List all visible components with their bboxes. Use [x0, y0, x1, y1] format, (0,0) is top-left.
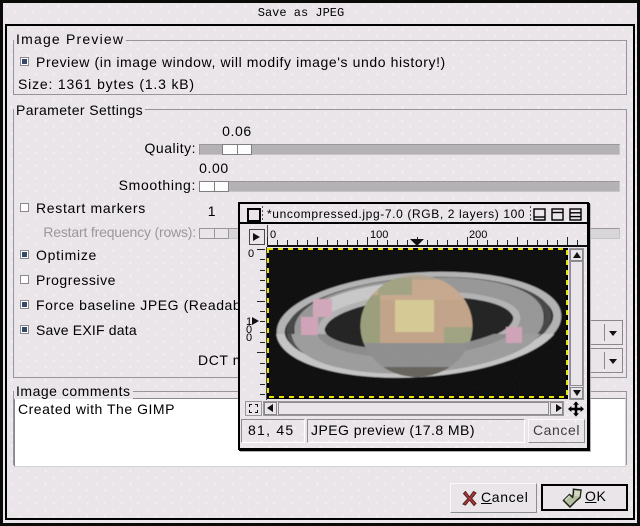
svg-text:0: 0: [246, 332, 252, 344]
svg-text:200: 200: [469, 229, 487, 241]
svg-text:100: 100: [370, 229, 388, 241]
svg-text:0: 0: [270, 229, 276, 241]
svg-text:0: 0: [248, 248, 254, 260]
